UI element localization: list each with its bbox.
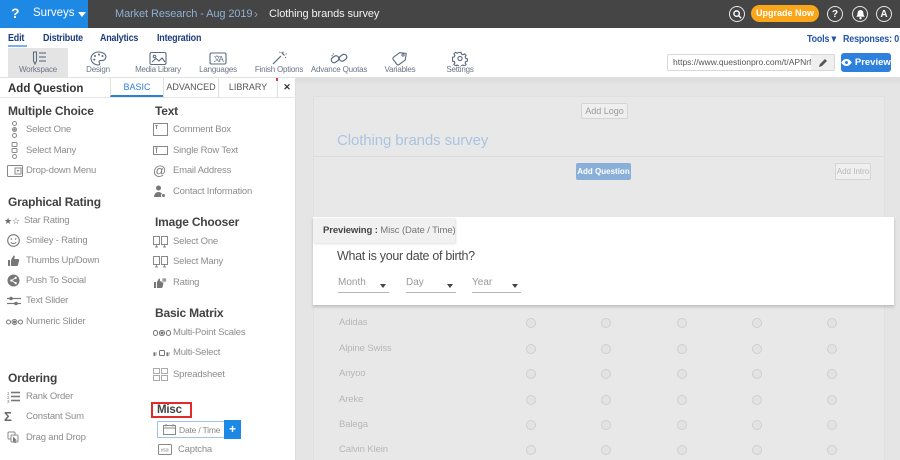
svg-text:▮r: ▮r [153, 352, 158, 358]
svg-text:▮r: ▮r [166, 352, 171, 358]
svg-text:A: A [219, 55, 225, 64]
svg-text:3: 3 [7, 399, 10, 403]
svg-text:vsa: vsa [161, 448, 169, 454]
